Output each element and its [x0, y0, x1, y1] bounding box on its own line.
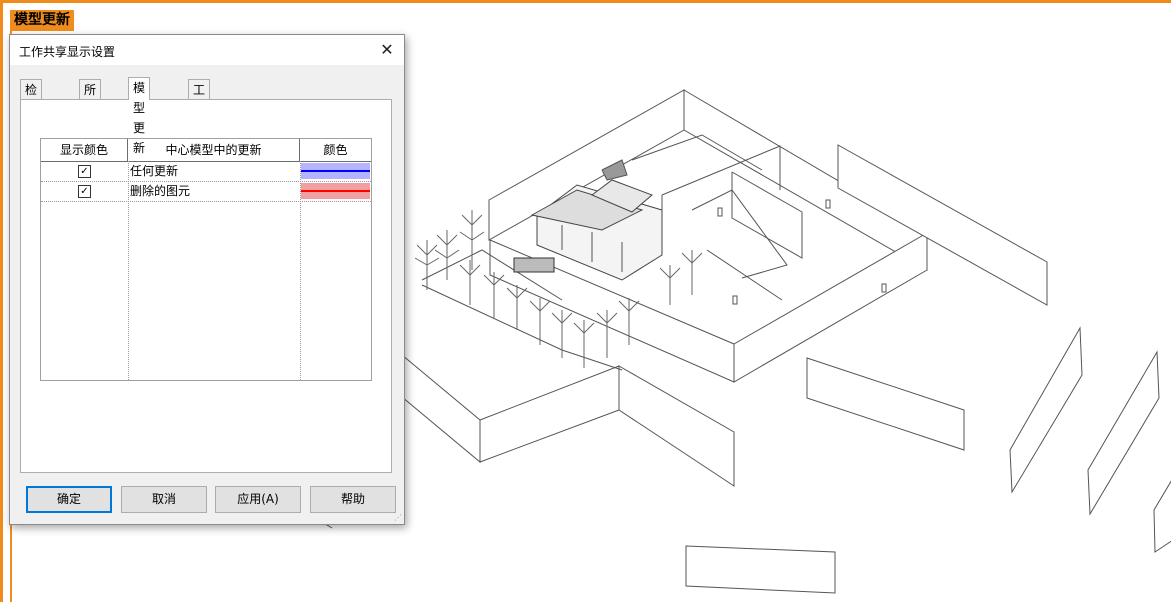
resize-grip-icon[interactable]: ⋰	[394, 514, 402, 522]
color-cell	[300, 162, 371, 181]
ok-button[interactable]: 确定	[26, 486, 112, 513]
wall	[479, 365, 620, 463]
tree	[414, 240, 440, 290]
cancel-button[interactable]: 取消	[121, 486, 207, 513]
tab-checkout-status[interactable]: 检出状态	[20, 79, 43, 157]
tree	[596, 310, 618, 358]
tree	[483, 272, 505, 318]
table-header: 显示颜色 中心模型中的更新 颜色	[41, 139, 371, 162]
model-updates-table: 显示颜色 中心模型中的更新 颜色 ✓ 任何更新 ✓ 删除的图元	[40, 138, 372, 381]
column-header-update-type[interactable]: 中心模型中的更新	[128, 139, 300, 161]
table-row[interactable]: ✓ 删除的图元	[41, 182, 371, 202]
wall	[806, 357, 965, 451]
wall	[1009, 326, 1083, 494]
show-color-cell: ✓	[41, 182, 128, 201]
show-color-cell: ✓	[41, 162, 128, 181]
tree	[459, 210, 485, 270]
apply-button[interactable]: 应用(A)	[215, 486, 301, 513]
wall	[733, 232, 928, 383]
tree	[434, 230, 460, 280]
help-button[interactable]: 帮助	[310, 486, 396, 513]
table-row[interactable]: ✓ 任何更新	[41, 162, 371, 182]
show-color-checkbox[interactable]: ✓	[78, 185, 91, 198]
tree	[529, 298, 551, 345]
update-type-label: 任何更新	[130, 164, 179, 178]
wall	[1087, 350, 1160, 516]
show-color-checkbox[interactable]: ✓	[78, 165, 91, 178]
dialog-titlebar[interactable]: 工作共享显示设置 ✕	[10, 35, 404, 65]
wall	[618, 365, 735, 487]
worksharing-display-settings-dialog: 工作共享显示设置 ✕ 检出状态 所有者 模型更新 工作集 显示颜色 中心模型中的…	[9, 34, 405, 525]
tree	[681, 250, 703, 295]
tree	[573, 320, 595, 368]
column-header-color[interactable]: 颜色	[300, 139, 371, 161]
update-type-label: 删除的图元	[130, 184, 191, 198]
dialog-title: 工作共享显示设置	[19, 45, 116, 59]
wall	[401, 353, 481, 464]
column-header-show-color[interactable]: 显示颜色	[41, 139, 128, 161]
tree	[506, 285, 528, 330]
tab-owners[interactable]: 所有者	[79, 79, 102, 137]
color-line	[301, 190, 370, 192]
color-line	[301, 170, 370, 172]
color-swatch-button[interactable]	[301, 183, 370, 199]
color-swatch-button[interactable]	[301, 163, 370, 179]
view-name-tag: 模型更新	[10, 10, 74, 31]
close-icon[interactable]: ✕	[376, 39, 398, 61]
tree	[659, 265, 681, 305]
tree	[459, 260, 481, 305]
tree	[551, 310, 573, 358]
tree	[618, 298, 640, 345]
tab-model-updates[interactable]: 模型更新	[128, 77, 151, 155]
color-cell	[300, 182, 371, 201]
tab-worksets[interactable]: 工作集	[188, 79, 211, 137]
wall	[685, 545, 836, 594]
wall	[1153, 480, 1171, 553]
